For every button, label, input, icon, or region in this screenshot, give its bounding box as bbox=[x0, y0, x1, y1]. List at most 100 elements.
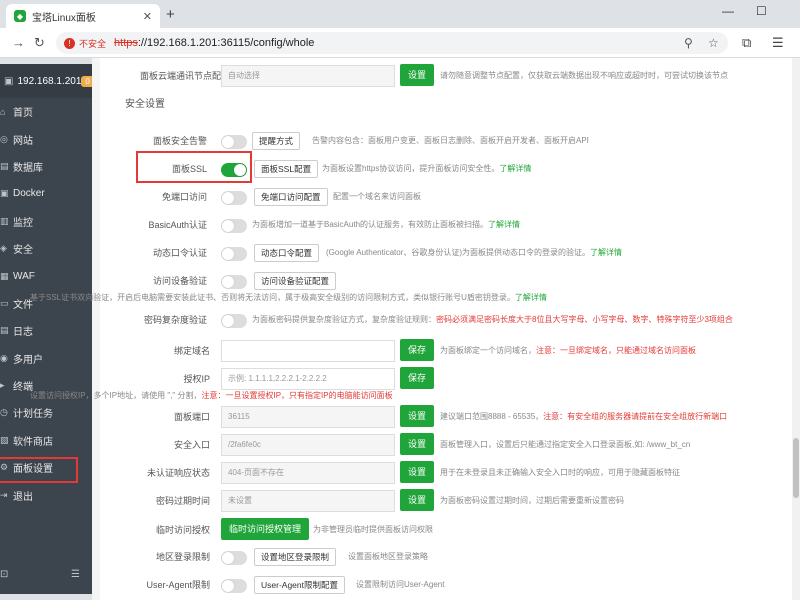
sidebar-item[interactable]: ▤ 数据库 bbox=[0, 153, 92, 180]
unauth-status-label: 未认证响应状态 bbox=[146, 468, 210, 478]
sidebar-item[interactable]: ⌂ 首页 bbox=[0, 98, 92, 125]
unauth-status-save-button[interactable]: 设置 bbox=[400, 461, 435, 483]
security-entry-desc: 面板管理入口，设置后只能通过指定安全入口登录面板,如: /www_bt_cn bbox=[440, 440, 691, 449]
cloud-node-save-button[interactable]: 设置 bbox=[400, 64, 435, 86]
sidebar-item[interactable]: ◉ 多用户 bbox=[0, 345, 92, 372]
zoom-icon[interactable]: ⚲ bbox=[684, 36, 693, 50]
store-icon: ▧ bbox=[0, 434, 9, 445]
row-panel-port: 面板端口 36115 设置 建议端口范围8888 - 65535，注意：有安全组… bbox=[100, 405, 800, 429]
browser-toolbar: → ↻ ! 不安全 https://192.168.1.201:36115/co… bbox=[0, 28, 800, 58]
scrollbar[interactable] bbox=[792, 58, 800, 600]
otp-toggle[interactable] bbox=[221, 247, 247, 261]
sidebar-item[interactable]: ▤ 日志 bbox=[0, 317, 92, 344]
device-note: 基于SSL证书双向验证，开启后电脑需要安装此证书、否则将无法访问，属于极高安全级… bbox=[30, 293, 547, 302]
otp-more-link[interactable]: 了解详情 bbox=[590, 248, 622, 257]
cloud-node-select[interactable]: 自动选择 bbox=[221, 65, 395, 87]
ssl-config-button[interactable]: 面板SSL配置 bbox=[254, 160, 319, 178]
row-security-alert: 面板安全告警 提醒方式 告警内容包含：面板用户变更、面板日志删除、面板开启开发者… bbox=[100, 129, 800, 153]
auth-ip-save-button[interactable]: 保存 bbox=[400, 367, 435, 389]
sidebar-item[interactable]: ◎ 网站 bbox=[0, 125, 92, 152]
auth-ip-label: 授权IP bbox=[183, 374, 210, 384]
basicauth-label: BasicAuth认证 bbox=[148, 220, 207, 230]
ssl-more-link[interactable]: 了解详情 bbox=[499, 164, 531, 173]
region-limit-button[interactable]: 设置地区登录限制 bbox=[254, 548, 337, 566]
firewall-icon: ▦ bbox=[0, 270, 9, 281]
minimize-icon[interactable]: — bbox=[722, 4, 734, 18]
sidebar-item[interactable]: ▦ WAF bbox=[0, 262, 92, 289]
port-free-toggle[interactable] bbox=[221, 191, 247, 205]
sidebar: ▣ 192.168.1.201 0 ⌂ 首页 ◎ 网站 ▤ 数据库 ▣ Docker ▥ 监控 ◈ 安… bbox=[0, 64, 94, 594]
bookmark-star-icon[interactable]: ☆ bbox=[708, 36, 719, 50]
maximize-icon[interactable]: ☐ bbox=[756, 4, 767, 18]
scrollbar-thumb[interactable] bbox=[793, 438, 799, 498]
bind-domain-input[interactable] bbox=[221, 340, 395, 362]
region-limit-label: 地区登录限制 bbox=[155, 552, 210, 562]
ua-limit-button[interactable]: User-Agent限制配置 bbox=[254, 576, 345, 594]
sidebar-item-label: 计划任务 bbox=[13, 409, 53, 421]
sidebar-item[interactable]: ◈ 安全 bbox=[0, 235, 92, 262]
device-label: 访问设备验证 bbox=[152, 276, 207, 286]
basicauth-toggle[interactable] bbox=[221, 219, 247, 233]
sidebar-item[interactable]: ▧ 软件商店 bbox=[0, 427, 92, 454]
basicauth-desc: 为面板增加一道基于BasicAuth的认证服务，有效防止面板被扫描。了解详情 bbox=[252, 220, 521, 229]
address-bar[interactable]: ! 不安全 https://192.168.1.201:36115/config… bbox=[56, 32, 728, 54]
users-icon: ◉ bbox=[0, 352, 8, 363]
security-entry-label: 安全入口 bbox=[173, 440, 210, 450]
log-icon: ▤ bbox=[0, 325, 9, 336]
port-free-config-button[interactable]: 免端口访问配置 bbox=[254, 188, 328, 206]
unauth-status-desc: 用于在未登录且未正确输入安全入口时的响应，可用于隐藏面板特征 bbox=[440, 468, 680, 477]
panel-port-label: 面板端口 bbox=[173, 412, 210, 422]
password-expire-save-button[interactable]: 设置 bbox=[400, 489, 435, 511]
device-config-button[interactable]: 访问设备验证配置 bbox=[254, 272, 337, 290]
panel-port-save-button[interactable]: 设置 bbox=[400, 405, 435, 427]
sidebar-item[interactable]: ▥ 监控 bbox=[0, 208, 92, 235]
unauth-status-select[interactable]: 404-页面不存在 bbox=[221, 462, 395, 484]
reload-icon[interactable]: ↻ bbox=[34, 35, 45, 51]
bind-domain-save-button[interactable]: 保存 bbox=[400, 339, 435, 361]
otp-config-button[interactable]: 动态口令配置 bbox=[254, 244, 320, 262]
temp-auth-desc: 为非管理员临时提供面板访问权限 bbox=[313, 525, 433, 534]
password-expire-desc: 为面板密码设置过期时间，过期后需要重新设置密码 bbox=[440, 496, 624, 505]
region-limit-desc: 设置面板地区登录策略 bbox=[348, 552, 428, 561]
tab-close-icon[interactable]: ✕ bbox=[143, 10, 152, 23]
security-entry-save-button[interactable]: 设置 bbox=[400, 433, 435, 455]
alert-method-button[interactable]: 提醒方式 bbox=[252, 132, 301, 150]
menu-icon[interactable]: ☰ bbox=[71, 569, 80, 580]
sidebar-header: ▣ 192.168.1.201 0 bbox=[0, 64, 94, 98]
monitor-icon: ▥ bbox=[0, 215, 9, 226]
auth-ip-input[interactable]: 示例: 1.1.1.1,2.2.2.1-2.2.2.2 bbox=[221, 368, 395, 390]
sidebar-item[interactable]: ▣ Docker bbox=[0, 180, 92, 207]
password-complexity-label: 密码复杂度验证 bbox=[143, 315, 207, 325]
profile-icon[interactable]: ☰ bbox=[772, 35, 784, 51]
security-entry-input[interactable]: /2fa6fe0c bbox=[221, 434, 395, 456]
sidebar-item[interactable]: ⇥ 退出 bbox=[0, 481, 92, 508]
logout-icon: ⇥ bbox=[0, 489, 8, 500]
url-scheme: https bbox=[114, 37, 138, 49]
row-port-free: 免端口访问 免端口访问配置 配置一个域名来访问面板 bbox=[100, 185, 800, 209]
alert-label: 面板安全告警 bbox=[152, 136, 207, 146]
basicauth-more-link[interactable]: 了解详情 bbox=[488, 220, 520, 229]
forward-icon[interactable]: → bbox=[12, 35, 25, 50]
docker-icon: ▣ bbox=[0, 188, 9, 199]
panel-port-input[interactable]: 36115 bbox=[221, 406, 395, 428]
collapse-icon[interactable]: ⊡ bbox=[0, 569, 8, 580]
region-limit-toggle[interactable] bbox=[221, 551, 247, 565]
alert-toggle[interactable] bbox=[221, 135, 247, 149]
sidebar-item[interactable]: ◷ 计划任务 bbox=[0, 399, 92, 426]
row-security-entry: 安全入口 /2fa6fe0c 设置 面板管理入口，设置后只能通过指定安全入口登录… bbox=[100, 433, 800, 457]
device-more-link[interactable]: 了解详情 bbox=[515, 293, 547, 302]
insecure-indicator[interactable]: ! 不安全 bbox=[64, 37, 106, 50]
browser-tab[interactable]: ◆ 宝塔Linux面板 ✕ bbox=[6, 4, 160, 28]
warning-icon: ! bbox=[64, 37, 75, 49]
ua-limit-toggle[interactable] bbox=[221, 579, 247, 593]
password-complexity-toggle[interactable] bbox=[221, 314, 247, 328]
temp-auth-manage-button[interactable]: 临时访问授权管理 bbox=[221, 518, 310, 540]
bind-domain-desc: 为面板绑定一个访问域名，注意：一旦绑定域名，只能通过域名访问面板 bbox=[440, 346, 696, 355]
home-icon: ⌂ bbox=[0, 106, 6, 117]
device-toggle[interactable] bbox=[221, 275, 247, 289]
extensions-icon[interactable]: ⧉ bbox=[742, 35, 751, 51]
password-expire-input[interactable]: 未设置 bbox=[221, 490, 395, 512]
bt-panel-favicon-icon: ◆ bbox=[14, 10, 26, 22]
new-tab-button[interactable]: + bbox=[166, 6, 175, 23]
folder-icon: ▭ bbox=[0, 297, 9, 308]
